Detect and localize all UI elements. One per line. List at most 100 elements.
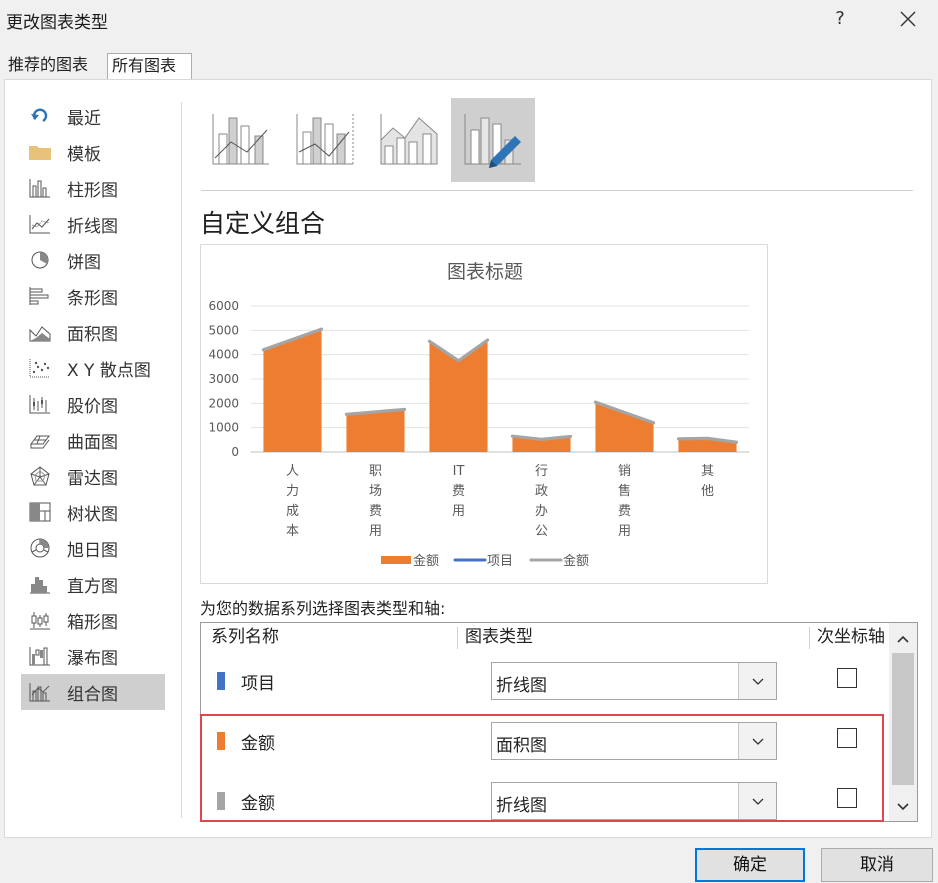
sidebar-item-line[interactable]: 折线图 bbox=[21, 206, 165, 242]
chart-title: 图表标题 bbox=[447, 261, 523, 283]
subtype-column-line[interactable] bbox=[199, 98, 283, 182]
sidebar-item-waterfall[interactable]: 瀑布图 bbox=[21, 638, 165, 674]
y-tick-label: 3000 bbox=[208, 372, 239, 386]
sidebar-item-surface[interactable]: 曲面图 bbox=[21, 422, 165, 458]
legend-label: 项目 bbox=[487, 554, 513, 569]
x-category-label: 用 bbox=[369, 524, 382, 539]
line-chart-icon bbox=[27, 213, 53, 235]
chevron-down-icon bbox=[897, 803, 909, 811]
scroll-thumb[interactable] bbox=[892, 653, 914, 785]
sidebar-item-templates[interactable]: 模板 bbox=[21, 134, 165, 170]
sidebar-item-pie[interactable]: 饼图 bbox=[21, 242, 165, 278]
y-tick-label: 2000 bbox=[208, 396, 239, 410]
sidebar-item-bar[interactable]: 条形图 bbox=[21, 278, 165, 314]
bar-chart-icon bbox=[27, 285, 53, 307]
sidebar-item-area[interactable]: 面积图 bbox=[21, 314, 165, 350]
dropdown-button[interactable] bbox=[738, 783, 776, 819]
subtype-custom-combo[interactable] bbox=[451, 98, 535, 182]
sidebar-divider bbox=[181, 102, 182, 818]
combo-chart-icon bbox=[27, 681, 53, 703]
x-category-label: 行 bbox=[535, 464, 548, 479]
tab-recommended-charts[interactable]: 推荐的图表 bbox=[4, 53, 106, 79]
sidebar-item-scatter[interactable]: X Y 散点图 bbox=[21, 350, 165, 386]
chart-type-select[interactable]: 折线图 bbox=[491, 782, 777, 820]
column-header-secondary-axis: 次坐标轴 bbox=[817, 627, 885, 647]
sidebar-item-label: X Y 散点图 bbox=[67, 360, 151, 381]
sidebar-item-sunburst[interactable]: 旭日图 bbox=[21, 530, 165, 566]
sidebar-item-treemap[interactable]: 树状图 bbox=[21, 494, 165, 530]
tab-all-charts[interactable]: 所有图表 bbox=[107, 53, 192, 80]
chart-type-value: 折线图 bbox=[496, 796, 547, 816]
x-category-label: 费 bbox=[452, 484, 465, 499]
secondary-axis-checkbox[interactable] bbox=[837, 668, 857, 688]
combo-chart: 图表标题6000500040003000200010000人力成本职场费用IT费… bbox=[208, 261, 749, 569]
x-category-label: 费 bbox=[618, 504, 631, 519]
x-category-label: 公 bbox=[535, 524, 548, 539]
ok-button[interactable]: 确定 bbox=[695, 848, 805, 882]
dropdown-button[interactable] bbox=[738, 663, 776, 699]
area-segment bbox=[595, 402, 654, 452]
x-category-label: 售 bbox=[618, 483, 631, 499]
scroll-up-button[interactable] bbox=[889, 625, 917, 653]
sidebar-item-stock[interactable]: 股价图 bbox=[21, 386, 165, 422]
close-button[interactable] bbox=[890, 4, 926, 34]
series-name: 金额 bbox=[241, 734, 275, 754]
grid-scrollbar[interactable] bbox=[889, 623, 917, 821]
column-separator bbox=[809, 627, 810, 649]
x-category-label: IT bbox=[453, 464, 465, 479]
sidebar-item-recent[interactable]: 最近 bbox=[21, 98, 165, 134]
column-separator bbox=[457, 627, 458, 649]
chevron-down-icon bbox=[752, 738, 764, 745]
sidebar-item-label: 饼图 bbox=[67, 252, 101, 273]
close-icon bbox=[900, 11, 916, 27]
column-header-chart-type: 图表类型 bbox=[465, 627, 533, 647]
series-grid: 系列名称 图表类型 次坐标轴 项目 折线图 金额 面积图 金额 折线图 bbox=[200, 622, 918, 822]
subtype-area-column[interactable] bbox=[367, 98, 451, 182]
tab-panel: 最近 模板 柱形图 折线图 饼图 条形图 面积图 X Y 散点图 股价图 曲面图… bbox=[4, 79, 932, 838]
area-segment bbox=[429, 340, 488, 452]
sidebar-item-box-whisker[interactable]: 箱形图 bbox=[21, 602, 165, 638]
radar-chart-icon bbox=[27, 465, 53, 487]
histogram-chart-icon bbox=[27, 573, 53, 595]
surface-chart-icon bbox=[27, 429, 53, 451]
help-button[interactable]: ? bbox=[826, 4, 854, 34]
sidebar-item-label: 雷达图 bbox=[67, 468, 118, 489]
sidebar-item-radar[interactable]: 雷达图 bbox=[21, 458, 165, 494]
title-bar: 更改图表类型 ? bbox=[0, 0, 938, 40]
sidebar-item-histogram[interactable]: 直方图 bbox=[21, 566, 165, 602]
series-name: 金额 bbox=[241, 794, 275, 814]
legend-label: 金额 bbox=[563, 553, 589, 569]
sidebar-item-combo[interactable]: 组合图 bbox=[21, 674, 165, 710]
subtype-column-line-secondary[interactable] bbox=[283, 98, 367, 182]
area-segment bbox=[346, 409, 405, 452]
chart-preview: 图表标题 6000 5000 4000 3000 2000 1000 0 人力成本职场费用 IT 费… bbox=[200, 244, 768, 584]
sidebar-item-label: 股价图 bbox=[67, 396, 118, 417]
y-tick-label: 0 bbox=[231, 445, 239, 459]
secondary-axis-checkbox[interactable] bbox=[837, 788, 857, 808]
sidebar-item-label: 组合图 bbox=[67, 684, 118, 705]
dropdown-button[interactable] bbox=[738, 723, 776, 759]
secondary-axis-checkbox[interactable] bbox=[837, 728, 857, 748]
y-tick-label: 5000 bbox=[208, 323, 239, 337]
area-column-combo-icon bbox=[380, 114, 438, 165]
sidebar-item-label: 柱形图 bbox=[67, 180, 118, 201]
section-title: 自定义组合 bbox=[200, 209, 326, 238]
chevron-up-icon bbox=[897, 635, 909, 643]
scroll-down-button[interactable] bbox=[889, 793, 917, 821]
sidebar-item-label: 直方图 bbox=[67, 576, 118, 597]
waterfall-chart-icon bbox=[27, 645, 53, 667]
sidebar-item-label: 曲面图 bbox=[67, 432, 118, 453]
sidebar-item-label: 条形图 bbox=[67, 288, 118, 309]
sunburst-chart-icon bbox=[27, 537, 53, 559]
series-name: 项目 bbox=[241, 674, 275, 694]
subtype-divider bbox=[201, 190, 913, 191]
treemap-chart-icon bbox=[27, 501, 53, 523]
series-color-swatch bbox=[217, 792, 225, 810]
chart-type-select[interactable]: 面积图 bbox=[491, 722, 777, 760]
sidebar-item-column[interactable]: 柱形图 bbox=[21, 170, 165, 206]
cancel-button[interactable]: 取消 bbox=[821, 848, 933, 882]
chart-type-select[interactable]: 折线图 bbox=[491, 662, 777, 700]
chart-type-value: 面积图 bbox=[496, 736, 547, 756]
x-category-label: 职 bbox=[369, 464, 382, 479]
sidebar-item-label: 模板 bbox=[67, 144, 101, 165]
